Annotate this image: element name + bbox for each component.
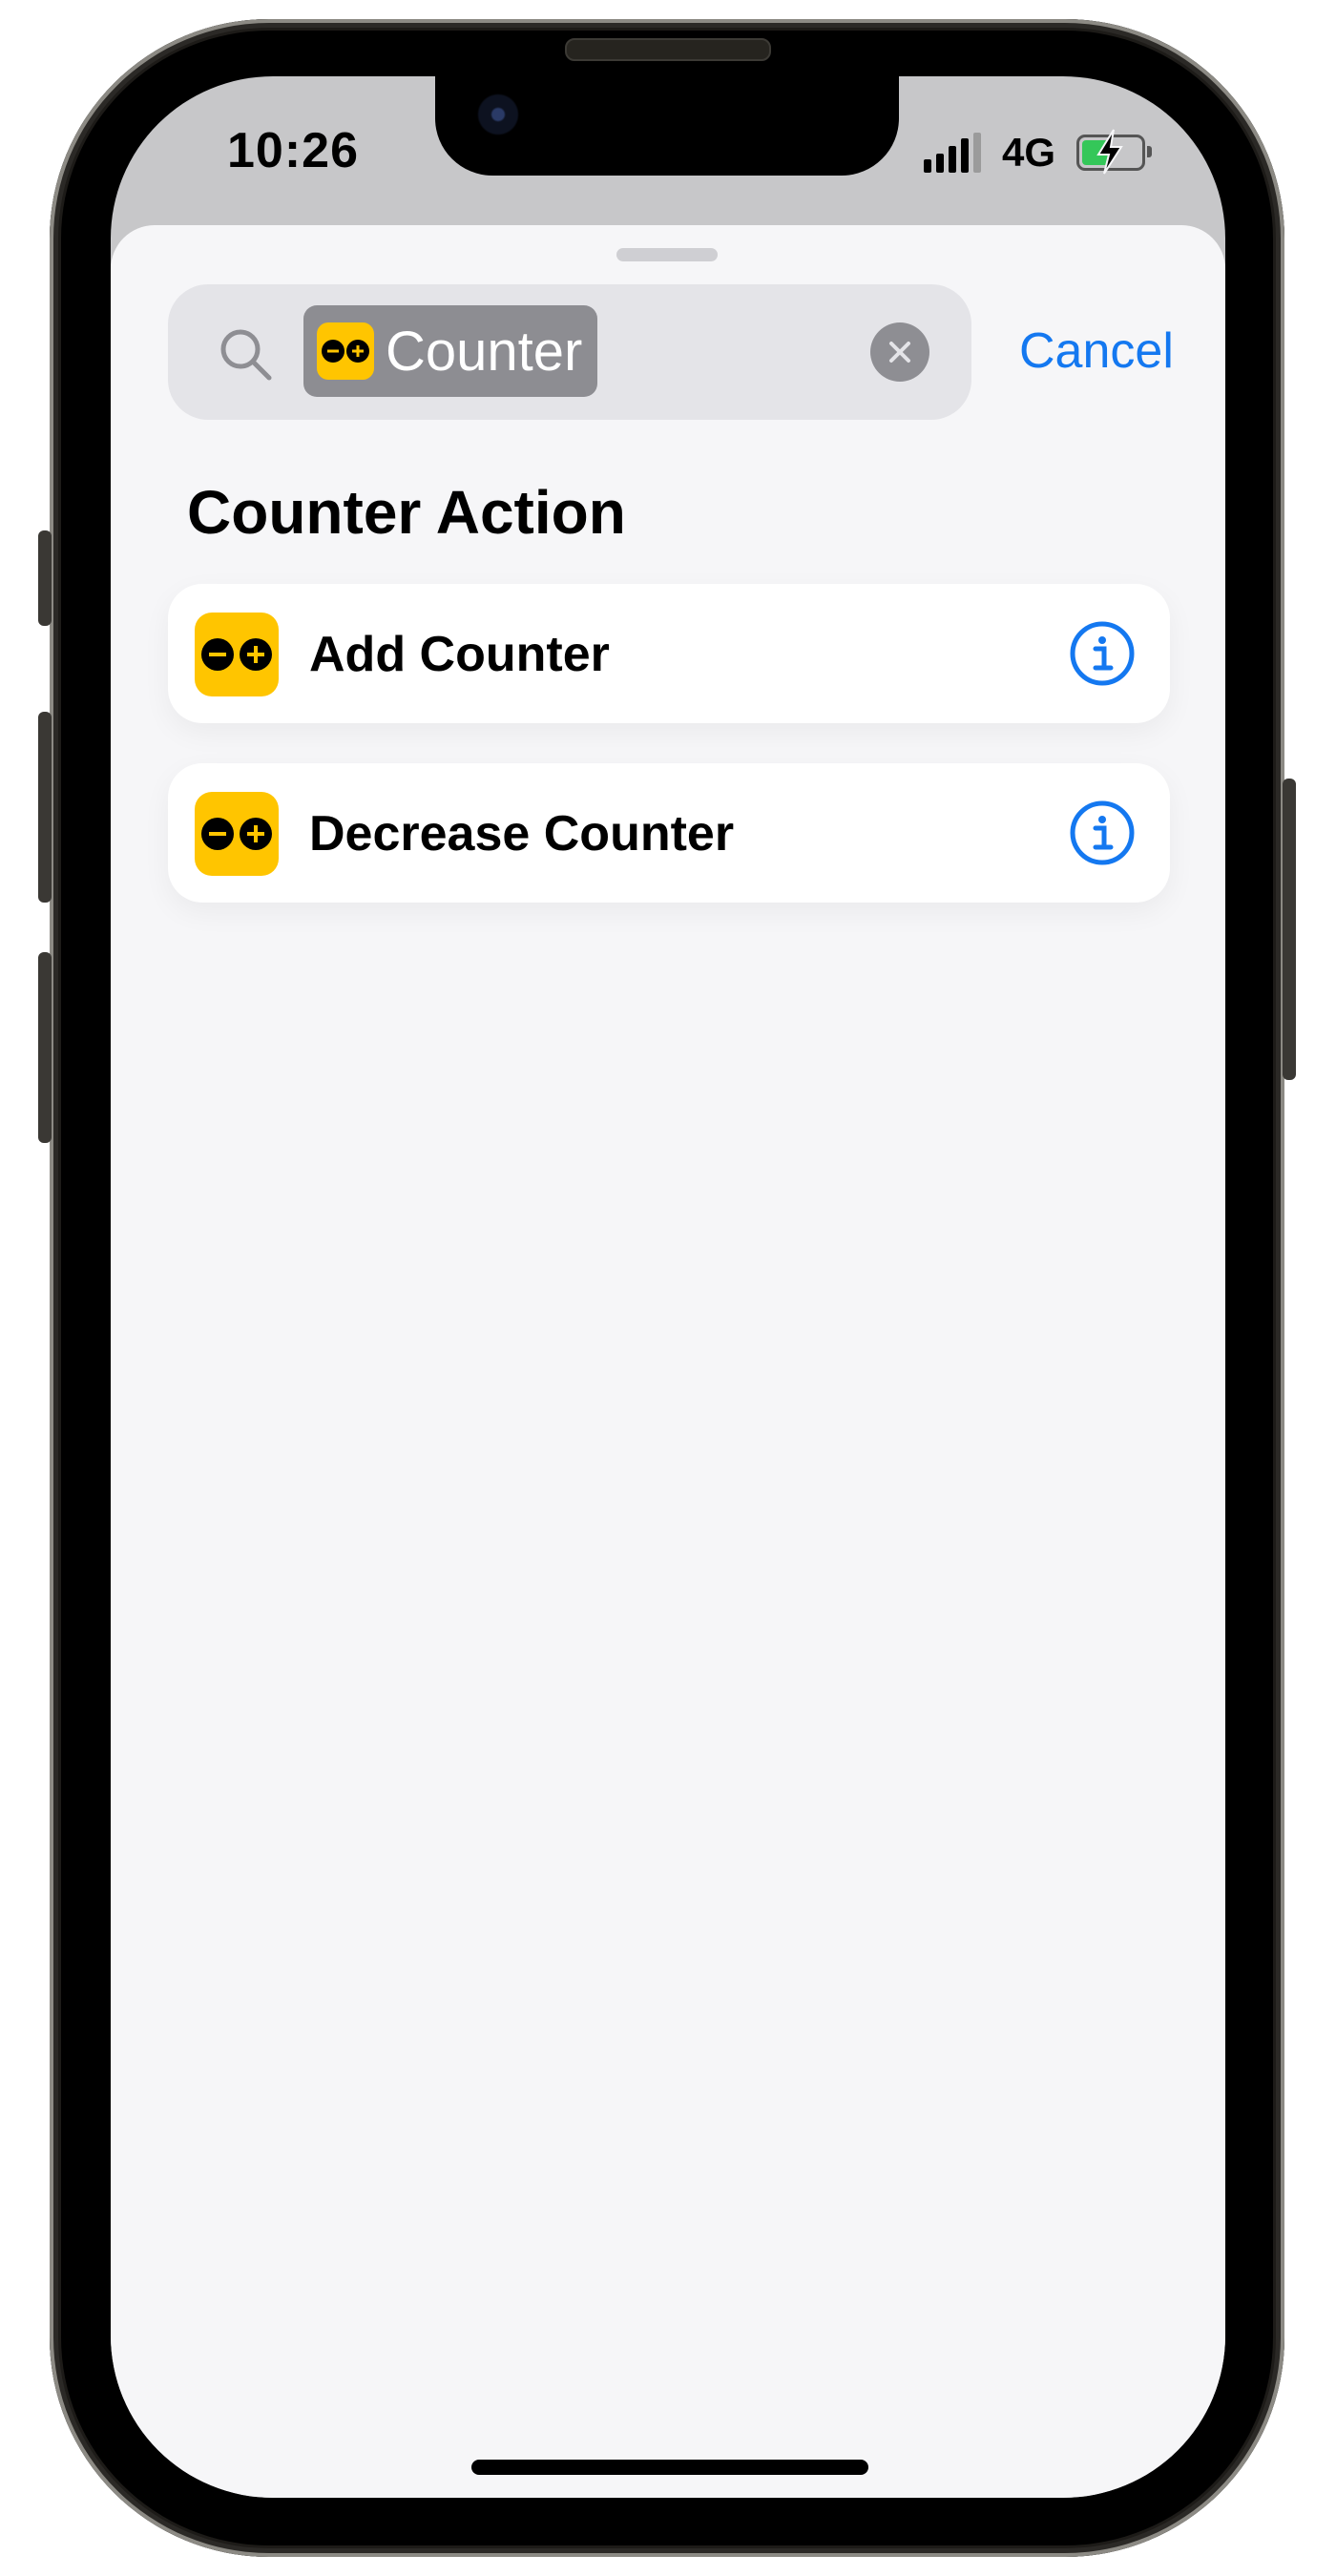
search-field[interactable]: Counter (168, 284, 971, 420)
action-row-add-counter[interactable]: Add Counter (168, 584, 1170, 723)
action-label: Decrease Counter (309, 806, 735, 862)
volume-down-button (38, 952, 52, 1143)
ring-switch (38, 530, 52, 626)
status-time: 10:26 (227, 123, 359, 178)
search-icon (220, 329, 272, 381)
info-icon[interactable] (1069, 620, 1136, 687)
counter-app-icon (317, 322, 374, 380)
volume-up-button (38, 712, 52, 903)
cancel-button[interactable]: Cancel (1019, 322, 1174, 380)
front-camera (477, 93, 519, 135)
clear-search-button[interactable] (870, 322, 929, 382)
counter-app-icon (195, 792, 279, 876)
counter-app-icon (195, 613, 279, 696)
search-token-counter[interactable]: Counter (303, 305, 598, 397)
clear-icon (889, 342, 910, 363)
search-token-label: Counter (386, 320, 583, 383)
status-indicators: 4G (924, 129, 1153, 176)
cellular-signal-icon (924, 133, 981, 173)
action-picker-sheet (111, 225, 1225, 2498)
home-indicator[interactable] (471, 2460, 868, 2475)
action-row-decrease-counter[interactable]: Decrease Counter (168, 763, 1170, 903)
power-button (1283, 779, 1296, 1080)
sheet-grabber[interactable] (616, 248, 718, 261)
network-type: 4G (1002, 130, 1056, 175)
section-title: Counter Action (187, 478, 626, 547)
info-icon[interactable] (1069, 800, 1136, 866)
action-label: Add Counter (309, 627, 610, 682)
battery-charging-icon (1076, 129, 1153, 175)
earpiece-speaker (565, 38, 771, 61)
